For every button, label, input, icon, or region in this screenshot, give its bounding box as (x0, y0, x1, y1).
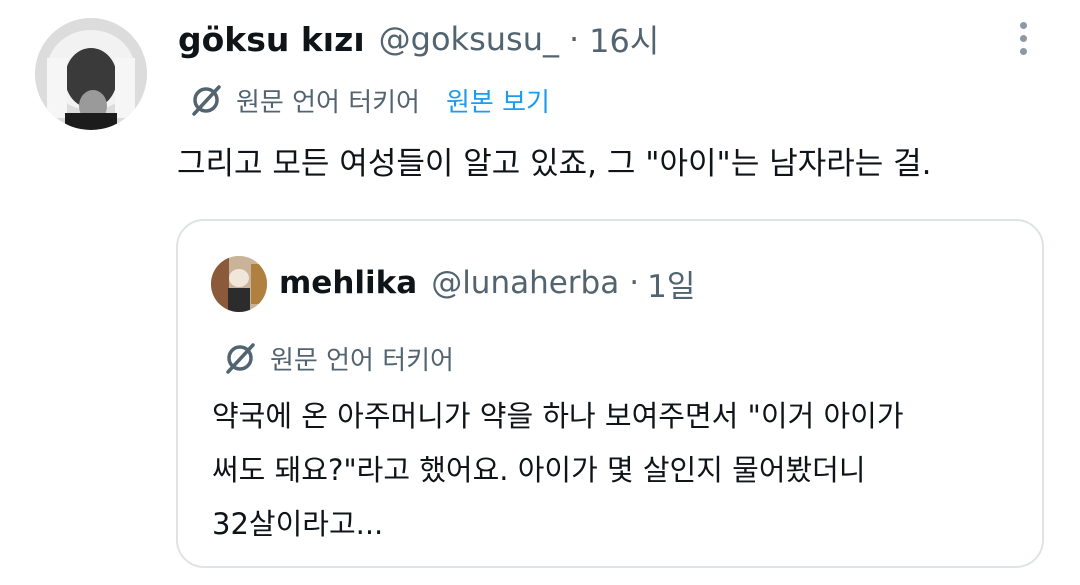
separator-dot: · (568, 20, 580, 58)
quoted-timestamp: 1일 (647, 268, 696, 305)
author-avatar[interactable] (35, 18, 147, 130)
tweet-timestamp[interactable]: 16시 (589, 16, 659, 62)
quoted-separator-dot: · (629, 265, 640, 301)
quoted-text-line: 써도 돼요?"라고 했어요. 아이가 몇 살인지 물어봤더니 (212, 453, 866, 487)
quoted-tweet-header: mehlika @lunaherba · 1일 (279, 258, 695, 308)
avatar-image (35, 18, 147, 130)
quoted-translation-notice: 원문 언어 터키어 (222, 338, 454, 378)
tweet-header: göksu kızı @goksusu_ · 16시 (178, 14, 659, 64)
quoted-tweet-text: 약국에 온 아주머니가 약을 하나 보여주면서 "이거 아이가 써도 돼요?"라… (212, 389, 904, 551)
quoted-translated-from-label: 원문 언어 터키어 (270, 345, 454, 376)
quoted-text-line: 32살이라고... (212, 507, 384, 541)
translate-globe-icon (192, 85, 221, 116)
translation-notice: 원문 언어 터키어 원본 보기 (188, 80, 550, 120)
show-original-link[interactable]: 원본 보기 (446, 82, 550, 119)
quoted-author-avatar[interactable] (211, 256, 267, 312)
tweet-text: 그리고 모든 여성들이 알고 있죠, 그 "아이"는 남자라는 걸. (177, 146, 932, 182)
more-options-icon[interactable] (1010, 22, 1036, 62)
quoted-author-name: mehlika (279, 265, 418, 301)
author-name[interactable]: göksu kızı (178, 20, 365, 59)
quoted-text-line: 약국에 온 아주머니가 약을 하나 보여주면서 "이거 아이가 (212, 399, 904, 433)
quoted-tweet-card[interactable]: mehlika @lunaherba · 1일 원문 언어 터키어 약국에 온 … (176, 219, 1044, 568)
author-handle[interactable]: @goksusu_ (379, 20, 559, 58)
quoted-author-handle: @lunaherba (431, 265, 620, 301)
translate-globe-icon (226, 343, 255, 374)
translated-from-label: 원문 언어 터키어 (236, 87, 420, 118)
quoted-avatar-image (211, 256, 267, 312)
